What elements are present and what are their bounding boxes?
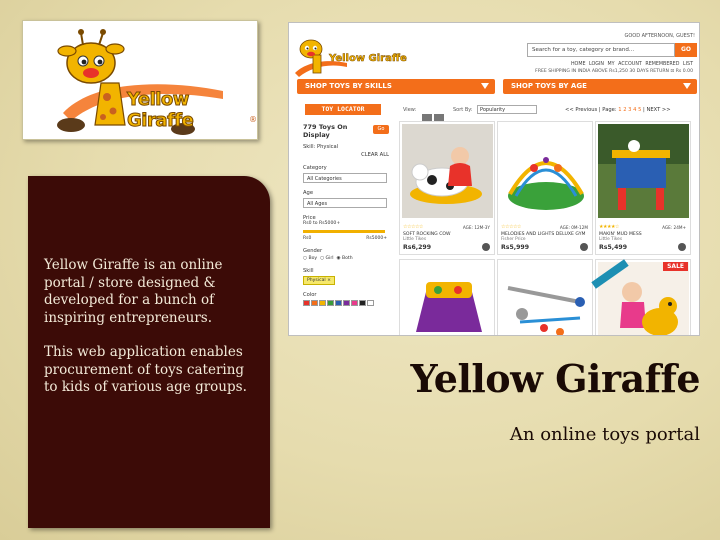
price-max: Rs5000+	[366, 236, 387, 241]
add-to-cart-icon[interactable]	[580, 243, 588, 251]
color-swatch[interactable]	[319, 300, 326, 306]
filter-sidebar: 779 Toys On Display Go Skill: Physical C…	[303, 123, 395, 306]
product-price: Rs6,299	[403, 244, 432, 251]
shipping-note: FREE SHIPPING IN INDIA ABOVE Rs1,250 30 …	[535, 69, 693, 74]
gender-label: Gender	[303, 248, 323, 254]
view-label: View:	[403, 107, 417, 113]
filter-go-button[interactable]: Go	[373, 125, 389, 134]
product-card[interactable]: ★★★★☆ AGE: 24M+ MAKIN' MUD MESS Little T…	[595, 121, 691, 255]
age-range: AGE: 12M-3Y	[462, 225, 490, 230]
pagination: << Previous | Page: 1 2 3 4 5 | NEXT >>	[565, 107, 671, 113]
slide: Yellow Giraffe ® Yellow Giraffe is an on…	[0, 0, 720, 540]
rocking-cow-image	[402, 124, 493, 218]
nav-shop-by-skills[interactable]: SHOP TOYS BY SKILLS	[297, 79, 495, 94]
greeting-text: GOOD AFTERNOON, GUEST!	[624, 33, 695, 39]
view-toggle[interactable]	[422, 106, 446, 121]
product-brand: Little Tikes	[403, 237, 427, 242]
play-gym-image	[500, 124, 591, 218]
toy-locator-heading: TOY LOCATOR	[305, 104, 381, 115]
pager-pages[interactable]: 1 2 3 4 5	[618, 107, 641, 113]
nav-bar: SHOP TOYS BY SKILLS SHOP TOYS BY AGE	[289, 79, 699, 96]
color-swatch[interactable]	[367, 300, 374, 306]
dropdown-arrow-icon	[481, 83, 489, 89]
skill-filter-text: Skill: Physical	[303, 144, 339, 150]
slide-title: Yellow Giraffe	[410, 356, 700, 401]
product-card[interactable]	[399, 259, 495, 335]
product-card[interactable]	[497, 259, 593, 335]
color-swatch[interactable]	[303, 300, 310, 306]
rating-stars: ☆☆☆☆☆	[403, 224, 423, 230]
category-select[interactable]: All Categories	[303, 173, 387, 183]
nav-shop-by-age[interactable]: SHOP TOYS BY AGE	[503, 79, 697, 94]
description-paragraph-1: Yellow Giraffe is an online portal / sto…	[44, 257, 223, 326]
clear-all-link[interactable]: CLEAR ALL	[303, 152, 389, 158]
add-to-cart-icon[interactable]	[482, 243, 490, 251]
price-range-text: Rs0 to Rs5000+	[303, 221, 341, 226]
pager-next[interactable]: | NEXT >>	[643, 107, 671, 113]
description-box: Yellow Giraffe is an online portal / sto…	[28, 176, 270, 528]
skill-label: Skill	[303, 268, 314, 274]
color-swatch[interactable]	[327, 300, 334, 306]
product-price: Rs5,499	[599, 244, 628, 251]
logo-card: Yellow Giraffe ®	[22, 20, 258, 140]
age-select[interactable]: All Ages	[303, 198, 387, 208]
color-swatch[interactable]	[359, 300, 366, 306]
sort-select[interactable]: Popularity	[477, 105, 537, 114]
age-range: AGE: 24M+	[662, 225, 686, 230]
color-label: Color	[303, 292, 317, 298]
price-slider[interactable]	[303, 230, 385, 233]
price-range-labels: Rs0 Rs5000+	[303, 236, 387, 241]
age-label: Age	[303, 190, 314, 196]
website-screenshot: Yellow Giraffe GOOD AFTERNOON, GUEST! Se…	[288, 22, 700, 336]
product-brand: Fisher Price	[501, 237, 526, 242]
color-swatch[interactable]	[335, 300, 342, 306]
sort-label: Sort By:	[453, 107, 473, 113]
toy-count: 779 Toys On Display	[303, 123, 348, 139]
search-go-button[interactable]: GO	[675, 43, 697, 57]
grid-view-icon[interactable]	[434, 114, 444, 121]
price-min: Rs0	[303, 236, 312, 241]
description-paragraph-2: This web application enables procurement…	[44, 344, 247, 395]
list-view-icon[interactable]	[422, 114, 432, 121]
nav-skills-label: SHOP TOYS BY SKILLS	[305, 82, 392, 90]
nav-age-label: SHOP TOYS BY AGE	[511, 82, 587, 90]
activity-toy-image	[402, 262, 493, 335]
golf-set-image	[500, 262, 591, 335]
registered-mark: ®	[249, 115, 257, 124]
color-swatch[interactable]	[343, 300, 350, 306]
product-brand: Little Tikes	[599, 237, 623, 242]
sale-badge: SALE	[663, 262, 688, 271]
add-to-cart-icon[interactable]	[678, 243, 686, 251]
product-price: Rs5,999	[501, 244, 530, 251]
search-input[interactable]: Search for a toy, category or brand...	[527, 43, 675, 57]
gender-both-radio[interactable]: ◉ Both	[336, 256, 352, 261]
product-card[interactable]: ☆☆☆☆☆ AGE: 0M-12M MELODIES AND LIGHTS DE…	[497, 121, 593, 255]
product-card[interactable]: SALE	[591, 259, 691, 335]
color-swatch[interactable]	[311, 300, 318, 306]
rating-stars: ★★★★☆	[599, 224, 619, 230]
category-label: Category	[303, 165, 327, 171]
gender-radio-group[interactable]: ○ Boy ○ Girl ◉ Both	[303, 256, 395, 261]
mud-mess-image	[598, 124, 689, 218]
rating-stars: ☆☆☆☆☆	[501, 224, 521, 230]
top-links[interactable]: HOME LOGIN MY ACCOUNT REMEMBERED LIST	[571, 62, 693, 67]
pager-previous[interactable]: << Previous | Page:	[565, 107, 617, 113]
site-logo-wordmark: Yellow Giraffe	[329, 53, 407, 65]
skill-tag[interactable]: Physical ×	[303, 276, 335, 285]
age-range: AGE: 0M-12M	[559, 225, 588, 230]
dropdown-arrow-icon	[683, 83, 691, 89]
product-card[interactable]: ☆☆☆☆☆ AGE: 12M-3Y SOFT ROCKING COW Littl…	[399, 121, 495, 255]
slide-subtitle: An online toys portal	[509, 424, 700, 445]
gender-boy-radio[interactable]: ○ Boy	[303, 256, 317, 261]
gender-girl-radio[interactable]: ○ Girl	[320, 256, 333, 261]
logo-wordmark: Yellow Giraffe	[127, 89, 195, 132]
color-swatch[interactable]	[351, 300, 358, 306]
color-swatches[interactable]	[303, 300, 395, 306]
